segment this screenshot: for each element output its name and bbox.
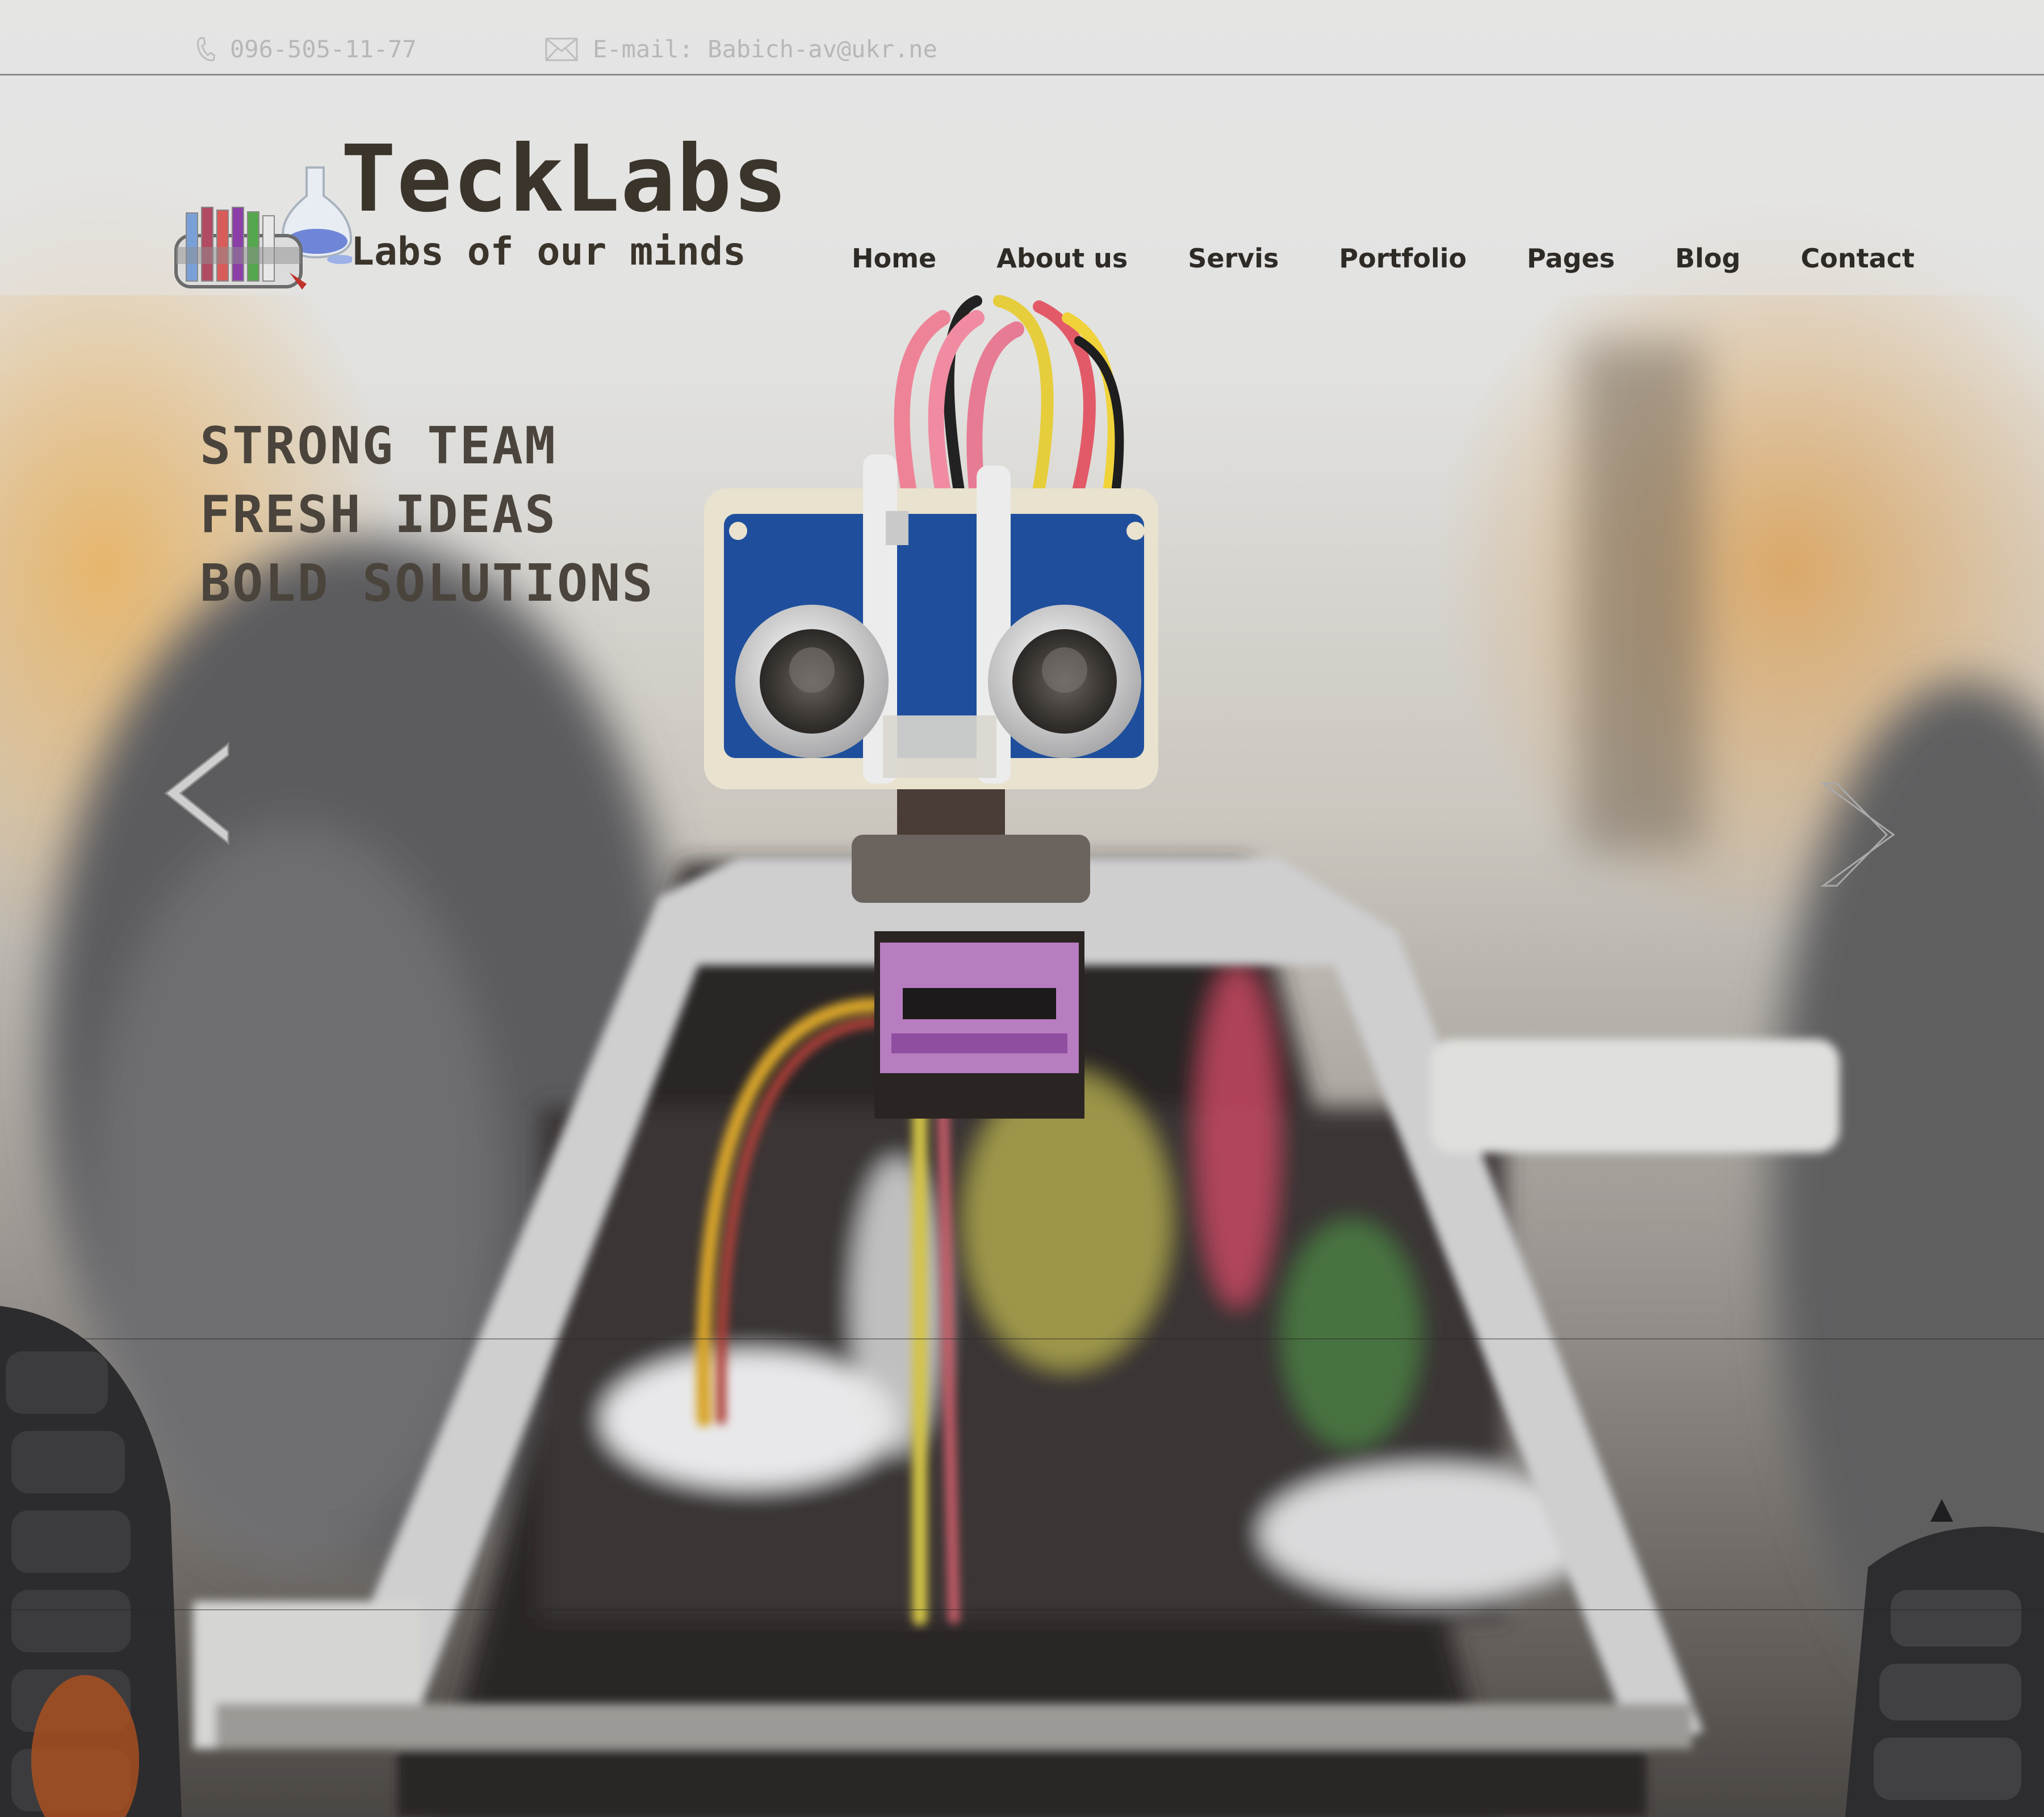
phone-number: 096-505-11-77: [230, 35, 417, 63]
chevron-left-icon: [164, 742, 229, 845]
nav-blog[interactable]: Blog: [1675, 238, 1740, 278]
slider-prev-button[interactable]: [160, 741, 234, 848]
divider-line: [0, 1609, 2044, 1610]
hero-slogan: STRONG TEAM FRESH IDEAS BOLD SOLUTIONS: [200, 412, 655, 618]
nav-servis[interactable]: Servis: [1188, 238, 1279, 278]
slogan-line-2: FRESH IDEAS: [200, 485, 558, 545]
brand-tagline: Labs of our minds: [351, 229, 746, 274]
nav-contact[interactable]: Contact: [1801, 238, 1915, 278]
top-contact-bar: 096-505-11-77 E-mail: Babich-av@ukr.ne: [0, 0, 2044, 76]
nav-portfolio[interactable]: Portfolio: [1339, 238, 1467, 278]
divider-line: [0, 1338, 2044, 1339]
nav-about-us[interactable]: About us: [996, 238, 1128, 278]
nav-home[interactable]: Home: [852, 238, 936, 278]
slogan-line-3: BOLD SOLUTIONS: [200, 554, 655, 613]
site-logo[interactable]: TeckLabs Labs of our minds: [170, 128, 806, 298]
slogan-line-1: STRONG TEAM: [200, 416, 558, 476]
envelope-icon: [545, 37, 578, 61]
email-contact[interactable]: E-mail: Babich-av@ukr.ne: [545, 35, 937, 63]
email-address: E-mail: Babich-av@ukr.ne: [593, 35, 937, 63]
main-nav: Home About us Servis Portfolio Pages Blo…: [852, 238, 1915, 278]
lab-flasks-logo: [174, 166, 352, 290]
phone-contact[interactable]: 096-505-11-77: [196, 35, 417, 63]
chevron-right-icon: [1820, 782, 1895, 887]
slider-next-button[interactable]: [1820, 781, 1899, 891]
nav-pages[interactable]: Pages: [1527, 238, 1615, 278]
brand-name: TeckLabs: [341, 126, 789, 233]
phone-icon: [197, 37, 215, 61]
